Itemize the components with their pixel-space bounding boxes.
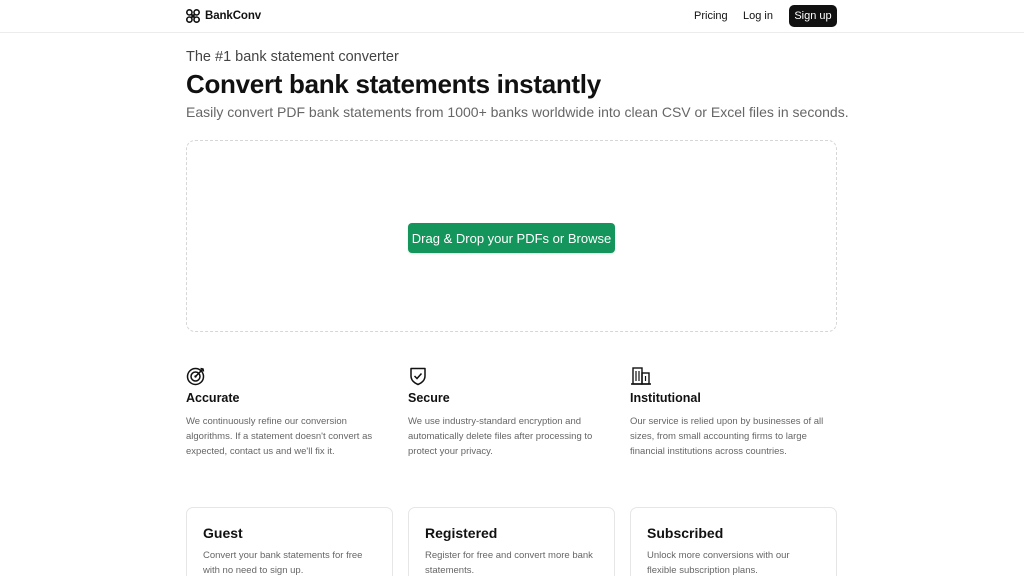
feature-title: Accurate bbox=[186, 391, 240, 405]
building-icon bbox=[631, 367, 651, 385]
plan-card-guest[interactable]: Guest Convert your bank statements for f… bbox=[186, 507, 393, 576]
plan-title: Subscribed bbox=[647, 525, 724, 541]
feature-text: We continuously refine our conversion al… bbox=[186, 416, 373, 457]
nav-link-login[interactable]: Log in bbox=[743, 10, 773, 22]
signup-button[interactable]: Sign up bbox=[789, 5, 837, 27]
plan-text: Register for free and convert more bank … bbox=[425, 550, 593, 576]
brand-name: BankConv bbox=[205, 10, 262, 22]
plan-text: Convert your bank statements for free wi… bbox=[203, 550, 363, 576]
target-icon bbox=[186, 367, 205, 386]
hero-eyebrow: The #1 bank statement converter bbox=[186, 49, 399, 65]
upload-button[interactable]: Drag & Drop your PDFs or Browse bbox=[408, 223, 615, 253]
hero-subheadline: Easily convert PDF bank statements from … bbox=[186, 104, 849, 120]
feature-title: Institutional bbox=[630, 391, 701, 405]
plan-title: Guest bbox=[203, 525, 243, 541]
plan-card-registered[interactable]: Registered Register for free and convert… bbox=[408, 507, 615, 576]
feature-title: Secure bbox=[408, 391, 450, 405]
feature-secure: Secure We use industry-standard encrypti… bbox=[408, 366, 608, 459]
shield-check-icon bbox=[410, 367, 426, 386]
plan-card-subscribed[interactable]: Subscribed Unlock more conversions with … bbox=[630, 507, 837, 576]
brand-link[interactable]: BankConv bbox=[186, 7, 261, 25]
page-title: Convert bank statements instantly bbox=[186, 69, 601, 99]
feature-accurate: Accurate We continuously refine our conv… bbox=[186, 366, 386, 459]
feature-text: We use industry-standard encryption and … bbox=[408, 416, 593, 457]
feature-text: Our service is relied upon by businesses… bbox=[630, 416, 824, 457]
nav-link-pricing[interactable]: Pricing bbox=[694, 10, 728, 22]
plan-text: Unlock more conversions with our flexibl… bbox=[647, 550, 790, 576]
top-navbar: BankConv Pricing Log in Sign up bbox=[0, 0, 1024, 33]
feature-institutional: Institutional Our service is relied upon… bbox=[630, 366, 830, 459]
clover-logo-icon bbox=[186, 9, 200, 23]
plan-title: Registered bbox=[425, 525, 498, 541]
